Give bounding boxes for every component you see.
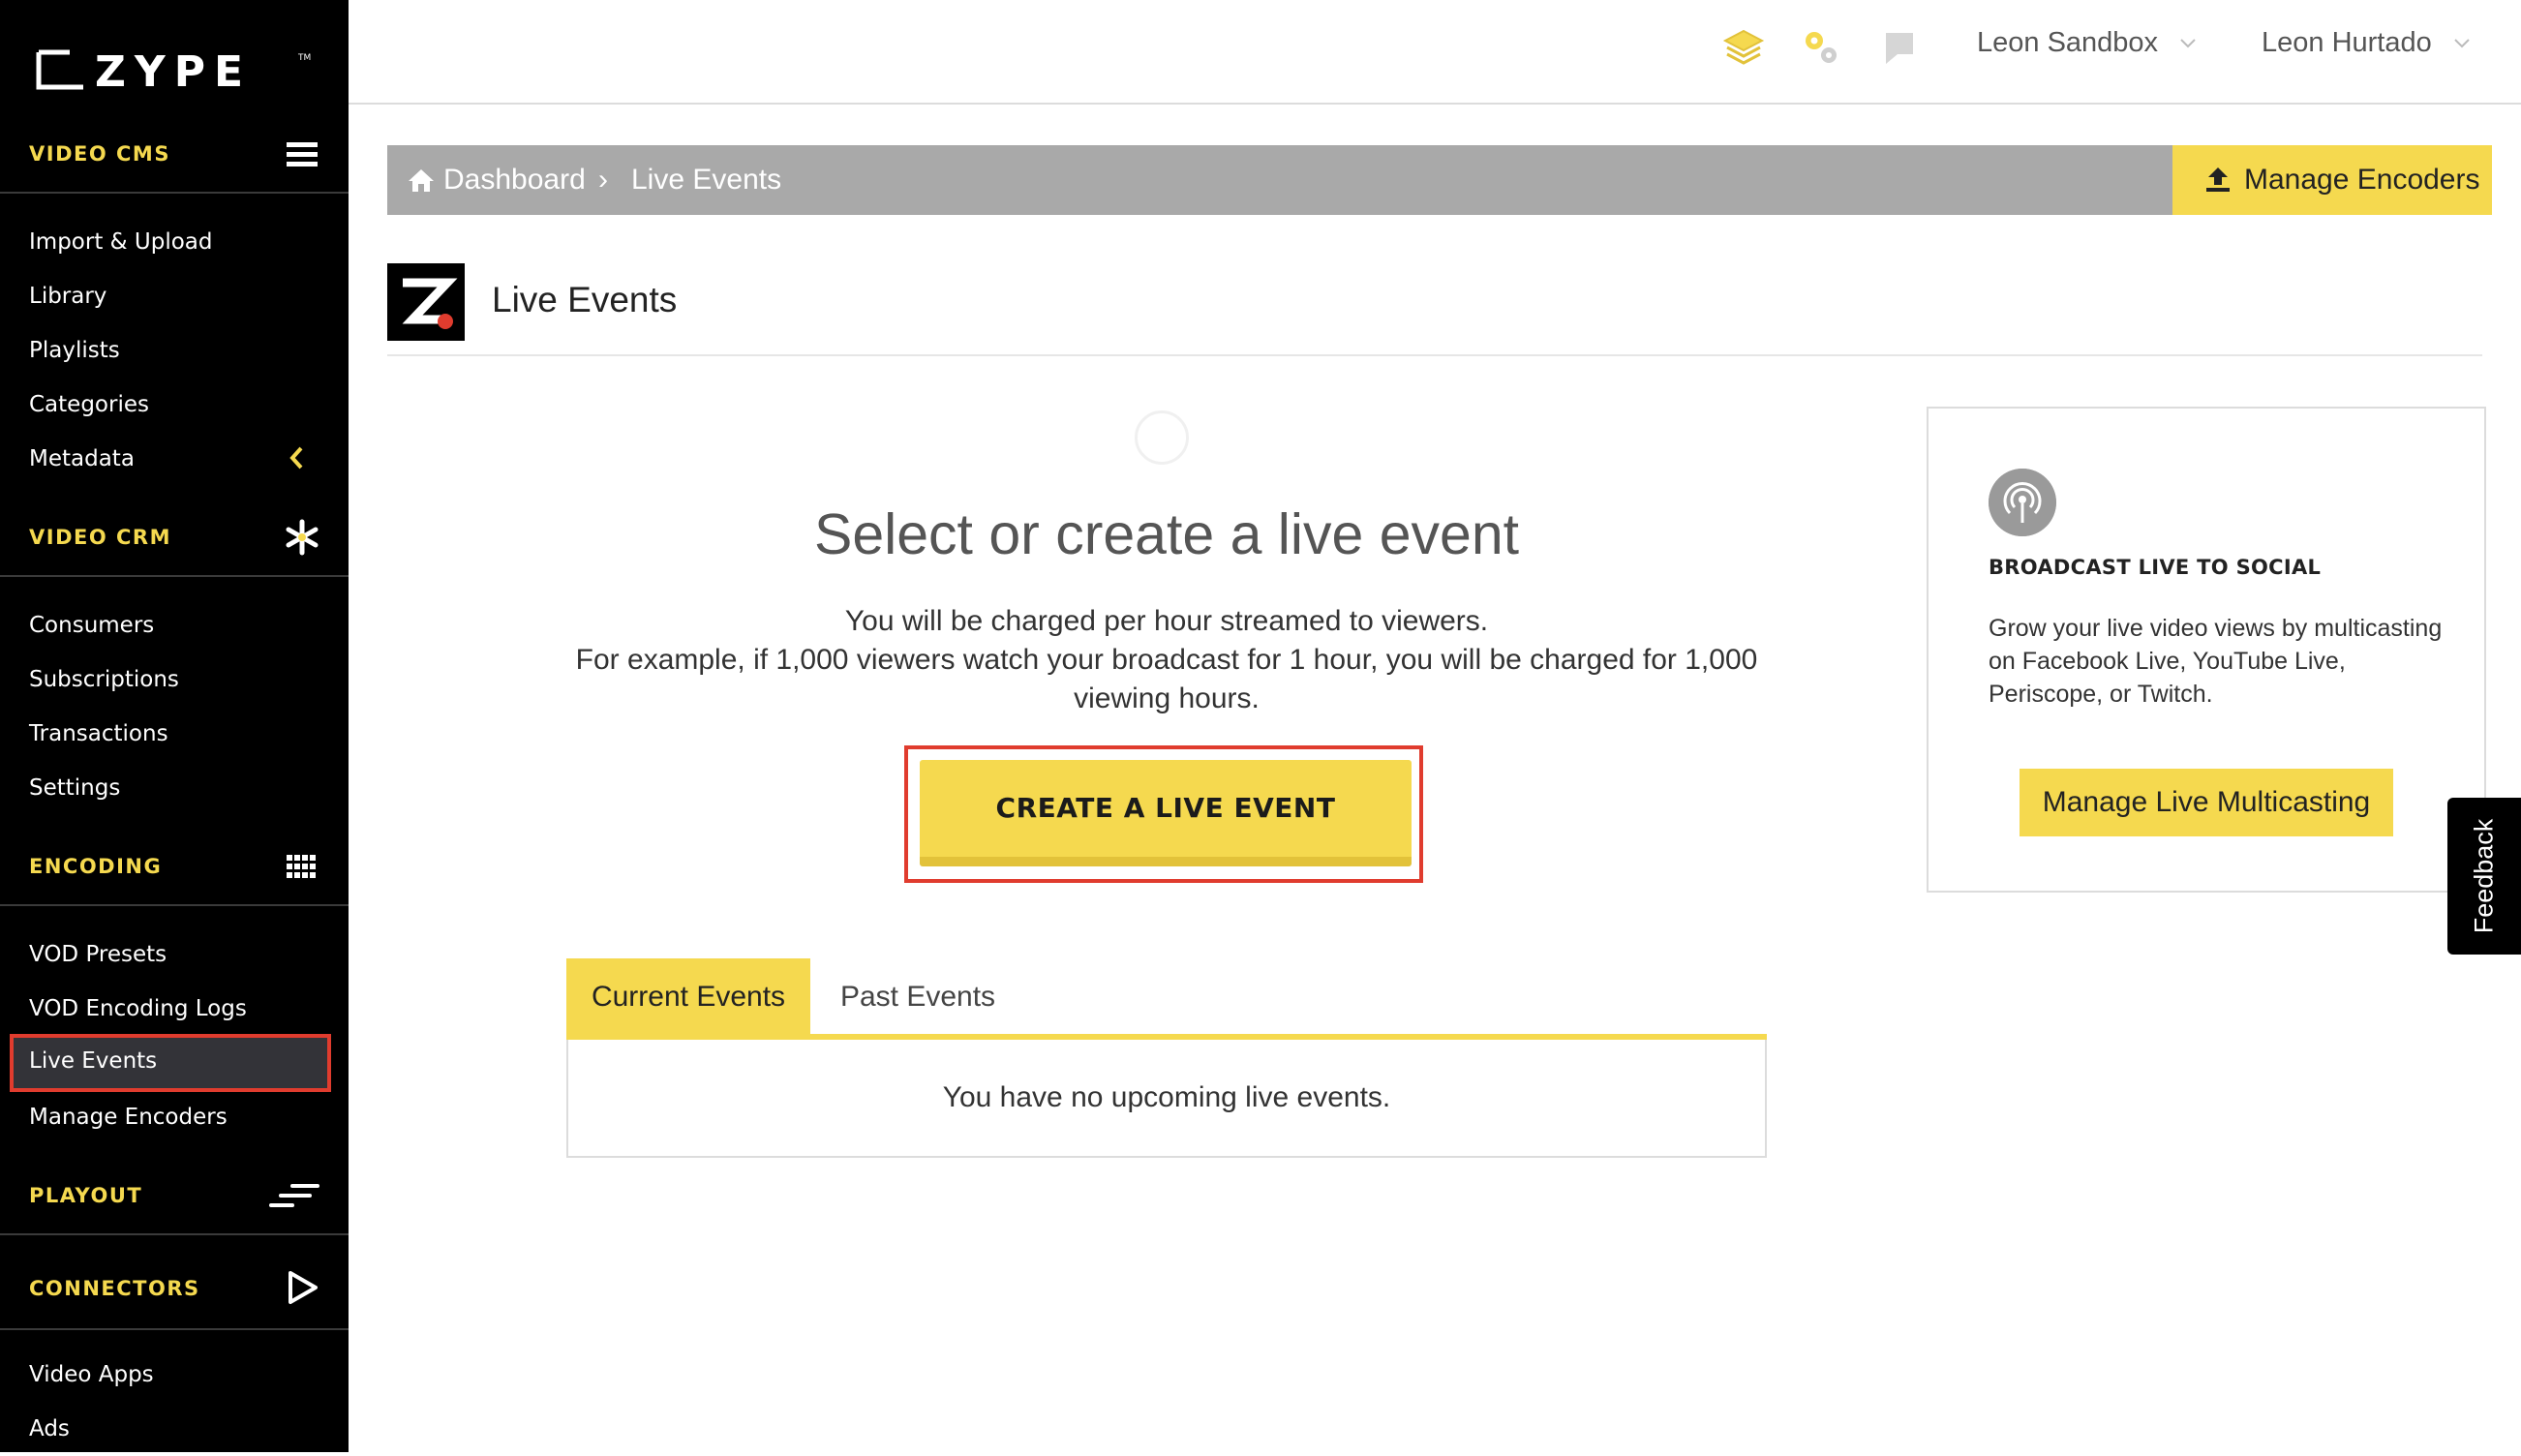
chevron-down-icon [2454,39,2470,48]
sidebar-item-settings[interactable]: Settings [10,761,331,815]
chevron-left-icon[interactable] [289,445,304,470]
section-label: PLAYOUT [29,1184,143,1207]
sidebar-item-metadata[interactable]: Metadata [10,432,331,486]
sidebar-item-vod-encoding-logs[interactable]: VOD Encoding Logs [10,982,331,1036]
feedback-label: Feedback [2469,818,2499,934]
home-icon[interactable] [407,167,436,194]
section-playout[interactable]: PLAYOUT [0,1156,349,1235]
user-name: Leon Hurtado [2262,27,2432,58]
asterisk-icon[interactable] [283,518,321,557]
description-line-2: For example, if 1,000 viewers watch your… [575,644,1758,714]
gears-icon[interactable] [1799,25,1843,70]
sidebar-item-ads[interactable]: Ads [10,1402,331,1456]
sidebar-item-vod-presets[interactable]: VOD Presets [10,927,331,982]
sidebar-item-consumers[interactable]: Consumers [10,598,331,652]
section-video-crm[interactable]: VIDEO CRM [0,498,349,577]
playout-lines-icon[interactable] [269,1176,321,1215]
flag-icon[interactable] [1876,25,1921,70]
description: You will be charged per hour streamed to… [542,602,1791,718]
breadcrumb-dashboard[interactable]: Dashboard [443,145,586,215]
chevron-down-icon [2180,39,2196,48]
card-title: BROADCAST LIVE TO SOCIAL [1989,556,2322,579]
page-title: Live Events [492,280,678,319]
play-triangle-icon[interactable] [283,1268,321,1307]
sidebar-item-live-events[interactable]: Live Events [10,1034,331,1092]
sidebar-item-import-upload[interactable]: Import & Upload [10,215,331,269]
zype-live-logo [387,263,465,341]
section-connectors[interactable]: CONNECTORS [0,1247,349,1330]
breadcrumb: Dashboard › Live Events Manage Encoders [387,145,2492,215]
manage-encoders-button[interactable]: Manage Encoders [2172,145,2492,215]
broadcast-social-card: BROADCAST LIVE TO SOCIAL Grow your live … [1927,407,2486,893]
account-name: Leon Sandbox [1977,27,2159,58]
logo-text: ZYPE [95,47,252,93]
manage-live-multicasting-button[interactable]: Manage Live Multicasting [2020,769,2393,836]
breadcrumb-live-events: Live Events [631,164,782,196]
manage-encoders-label: Manage Encoders [2244,164,2480,196]
sidebar-item-categories[interactable]: Categories [10,378,331,432]
events-panel: You have no upcoming live events. [566,1040,1767,1158]
sidebar-item-subscriptions[interactable]: Subscriptions [10,652,331,707]
broadcast-icon [1989,469,2056,536]
zype-logo[interactable]: ZYPE TM [35,46,316,93]
hamburger-menu-icon[interactable] [283,135,321,173]
tab-current-events[interactable]: Current Events [566,958,810,1036]
headline: Select or create a live event [813,502,1520,566]
breadcrumb-separator: › [598,164,608,196]
sidebar-item-manage-encoders[interactable]: Manage Encoders [10,1090,331,1144]
feedback-tab[interactable]: Feedback [2447,798,2521,955]
section-label: ENCODING [29,855,163,878]
create-live-event-button[interactable]: CREATE A LIVE EVENT [920,760,1412,866]
sidebar-item-video-apps[interactable]: Video Apps [10,1348,331,1402]
loading-spinner [1135,410,1189,465]
account-dropdown[interactable]: Leon Sandbox [1977,27,2197,59]
sidebar-item-label: Metadata [29,446,135,471]
sidebar-item-playlists[interactable]: Playlists [10,323,331,378]
svg-text:TM: TM [297,53,311,63]
section-encoding[interactable]: ENCODING [0,827,349,906]
grid-icon[interactable] [283,847,321,886]
section-label: VIDEO CMS [29,142,170,166]
card-text: Grow your live video views by multicasti… [1989,615,2443,708]
section-video-cms[interactable]: VIDEO CMS [0,114,349,194]
sidebar: ZYPE TM VIDEO CMS Import & Upload Librar… [0,0,349,1452]
section-label: VIDEO CRM [29,526,171,549]
top-bar: Leon Sandbox Leon Hurtado [349,0,2521,105]
layers-icon[interactable] [1721,25,1766,70]
sidebar-item-transactions[interactable]: Transactions [10,707,331,761]
upload-icon [2206,167,2230,192]
divider [387,354,2482,356]
sidebar-item-library[interactable]: Library [10,269,331,323]
section-label: CONNECTORS [29,1277,200,1300]
empty-message: You have no upcoming live events. [942,1081,1391,1113]
description-line-1: You will be charged per hour streamed to… [844,605,1489,637]
user-dropdown[interactable]: Leon Hurtado [2262,27,2471,59]
tab-past-events[interactable]: Past Events [811,958,1024,1036]
